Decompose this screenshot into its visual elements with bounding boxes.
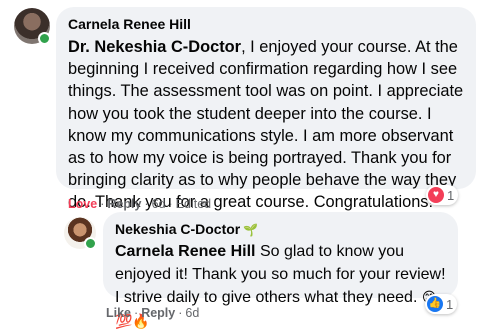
reaction-count: 1 (447, 187, 455, 203)
reply-mention[interactable]: Carnela Renee Hill (115, 243, 256, 260)
separator: · (178, 306, 183, 320)
separator: · (144, 197, 149, 211)
sprout-icon: 🌱 (243, 223, 259, 237)
reply-bubble: Nekeshia C-Doctor 🌱 Carnela Renee Hill So… (103, 212, 458, 329)
edited-label[interactable]: Edited (176, 197, 211, 211)
separator: · (168, 197, 173, 211)
love-reaction-link[interactable]: Love (68, 197, 97, 211)
separator: · (134, 306, 139, 320)
comment-bubble: Carnela Renee Hill Dr. Nekeshia C-Doctor… (56, 7, 476, 211)
reply-author-name[interactable]: Nekeshia C-Doctor (115, 221, 240, 237)
separator: · (100, 197, 105, 211)
heart-icon: ♥ (428, 187, 444, 203)
comment-author[interactable]: Carnela Renee Hill (68, 15, 464, 33)
reply-reaction-summary[interactable]: 👍 1 (425, 294, 458, 314)
reaction-count: 1 (446, 296, 454, 312)
comment-actions: Love · Reply · 6d · Edited (68, 196, 211, 212)
like-icon: 👍 (427, 296, 443, 312)
reply-actions: Like · Reply · 6d (106, 305, 199, 321)
reply-link[interactable]: Reply (141, 306, 175, 320)
reply-author: Nekeshia C-Doctor 🌱 (115, 220, 446, 239)
comment-reaction-summary[interactable]: ♥ 1 (426, 185, 459, 205)
comment-body: , I enjoyed your course. At the beginnin… (68, 38, 464, 212)
comment-text: Dr. Nekeshia C-Doctor, I enjoyed your co… (68, 36, 464, 214)
like-link[interactable]: Like (106, 306, 131, 320)
reply-timestamp[interactable]: 6d (185, 306, 199, 320)
online-status-dot (84, 237, 97, 250)
reply-link[interactable]: Reply (107, 197, 141, 211)
online-status-dot (38, 32, 51, 45)
comment-timestamp[interactable]: 6d (152, 197, 166, 211)
comment-mention[interactable]: Dr. Nekeshia C-Doctor (68, 38, 241, 56)
